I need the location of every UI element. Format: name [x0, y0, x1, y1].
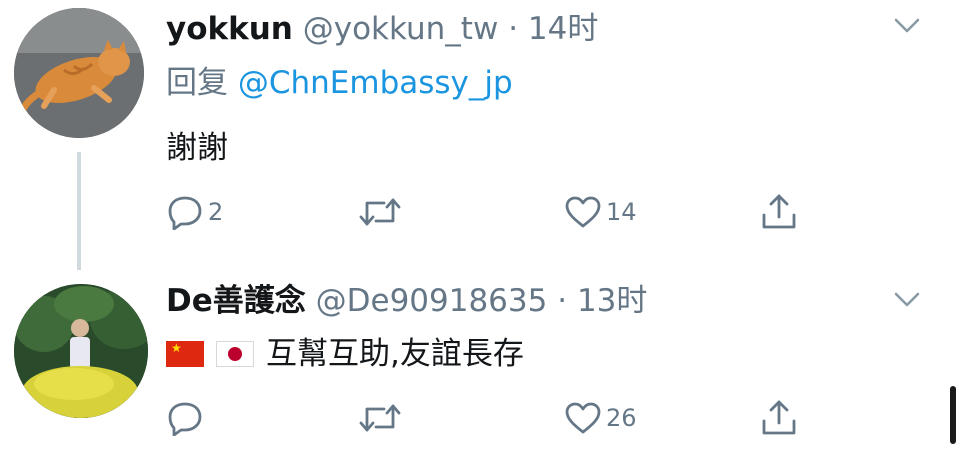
like-icon: [565, 402, 601, 434]
share-button[interactable]: [760, 192, 798, 232]
retweet-icon: [359, 198, 401, 226]
chevron-down-icon[interactable]: [893, 14, 921, 40]
timestamp[interactable]: 13时: [577, 283, 647, 319]
retweet-button[interactable]: [359, 398, 405, 438]
reply-icon: [168, 402, 202, 436]
reply-icon: [168, 196, 202, 230]
chevron-down-icon[interactable]: [893, 288, 921, 314]
japan-flag-icon: [216, 341, 254, 367]
reply-button[interactable]: [166, 398, 208, 438]
retweet-button[interactable]: [359, 192, 405, 232]
scrollbar[interactable]: [950, 386, 956, 444]
share-icon: [762, 194, 796, 229]
reply-context: 回复 @ChnEmbassy_jp: [166, 64, 513, 102]
tweet-text-row: 互幫互助,友誼長存: [166, 334, 524, 374]
cat-photo: [14, 8, 144, 138]
like-button[interactable]: 26: [564, 398, 637, 438]
china-flag-icon: [166, 341, 204, 367]
avatar[interactable]: [14, 8, 144, 138]
user-handle[interactable]: @De90918635: [316, 283, 548, 319]
like-icon: [565, 196, 601, 228]
tweet-text: 互幫互助,友誼長存: [266, 336, 524, 372]
user-handle[interactable]: @yokkun_tw: [303, 11, 499, 47]
tweet-yokkun[interactable]: yokkun @yokkun_tw · 14时 回复 @ChnEmbassy_j…: [0, 0, 958, 270]
display-name[interactable]: yokkun: [166, 11, 293, 47]
mention-link[interactable]: @ChnEmbassy_jp: [238, 65, 513, 101]
reply-button[interactable]: 2: [166, 192, 223, 232]
garden-photo: [14, 284, 148, 418]
reply-prefix: 回复: [166, 65, 228, 101]
tweet-text: 謝謝: [166, 130, 228, 166]
thread-connector: [77, 152, 81, 270]
like-count: 14: [606, 198, 637, 226]
like-button[interactable]: 14: [564, 192, 637, 232]
tweet-de[interactable]: De善護念 @De90918635 · 13时 互幫互助,友誼長存: [0, 270, 958, 452]
separator-dot: ·: [557, 283, 568, 319]
avatar[interactable]: [14, 284, 148, 418]
share-button[interactable]: [760, 398, 798, 438]
share-icon: [762, 400, 796, 435]
tweet-header: yokkun @yokkun_tw · 14时: [166, 10, 598, 48]
tweet-actions: 26: [166, 398, 816, 438]
like-count: 26: [606, 404, 637, 432]
timestamp[interactable]: 14时: [528, 11, 598, 47]
reply-count: 2: [208, 198, 224, 226]
retweet-icon: [359, 404, 401, 432]
tweet-header: De善護念 @De90918635 · 13时: [166, 282, 647, 320]
separator-dot: ·: [508, 11, 519, 47]
display-name[interactable]: De善護念: [166, 283, 306, 319]
tweet-actions: 2 14: [166, 192, 816, 232]
